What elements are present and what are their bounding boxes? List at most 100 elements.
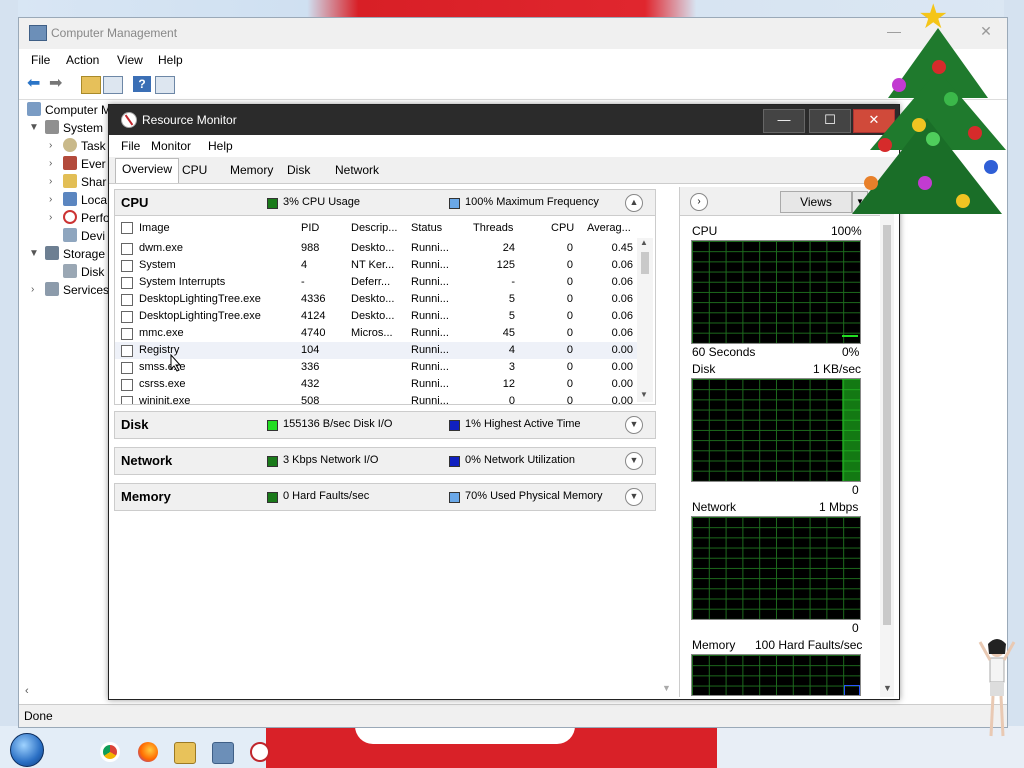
table-row[interactable]: smss.exe 336 Runni... 3 0 0.00 bbox=[115, 359, 637, 376]
cell-avg: 0.06 bbox=[611, 310, 633, 322]
cell-desc: Deskto... bbox=[351, 293, 395, 305]
cm-menu-action[interactable]: Action bbox=[66, 53, 99, 67]
rm-main-scrollbar[interactable]: ▼ bbox=[659, 187, 673, 697]
cpu-panel-header[interactable]: CPU 3% CPU Usage 100% Maximum Frequency … bbox=[114, 189, 656, 217]
collapse-arrow-icon[interactable]: › bbox=[31, 284, 34, 295]
rm-menu-help[interactable]: Help bbox=[208, 139, 233, 153]
select-all-checkbox[interactable] bbox=[121, 222, 133, 234]
table-row[interactable]: System Interrupts - Deferr... Runni... - 0 0.0… bbox=[115, 274, 637, 291]
collapse-arrow-icon[interactable]: › bbox=[49, 194, 52, 205]
column-header-pid[interactable]: PID bbox=[301, 218, 319, 238]
table-row[interactable]: DesktopLightingTree.exe 4336 Deskto... Runn… bbox=[115, 291, 637, 308]
table-row[interactable]: DesktopLightingTree.exe 4124 Deskto... Runn… bbox=[115, 308, 637, 325]
tree-item-services[interactable]: Services bbox=[45, 282, 109, 300]
memory-panel-header[interactable]: Memory 0 Hard Faults/sec 70% Used Physic… bbox=[114, 483, 656, 511]
row-checkbox[interactable] bbox=[121, 379, 133, 391]
tree-item-local-users[interactable]: Loca bbox=[63, 192, 107, 210]
help-icon[interactable]: ? bbox=[133, 76, 151, 92]
rm-minimize-button[interactable]: — bbox=[763, 109, 805, 133]
show-hide-tree-icon[interactable] bbox=[103, 76, 123, 94]
expand-arrow-icon[interactable]: ▼ bbox=[29, 122, 39, 133]
tree-item-storage[interactable]: Storage bbox=[45, 246, 105, 264]
column-header-cpu[interactable]: CPU bbox=[551, 218, 574, 238]
expand-arrow-icon[interactable]: ▼ bbox=[29, 248, 39, 259]
tree-item-device-manager[interactable]: Devi bbox=[63, 228, 105, 246]
chrome-icon[interactable] bbox=[100, 742, 120, 762]
rm-menu-file[interactable]: File bbox=[121, 139, 140, 153]
column-header-description[interactable]: Descrip... bbox=[351, 218, 397, 238]
collapse-arrow-icon[interactable]: › bbox=[49, 158, 52, 169]
row-checkbox[interactable] bbox=[121, 396, 133, 404]
rm-title-bar[interactable]: Resource Monitor — ☐ ✕ bbox=[109, 105, 899, 135]
table-row[interactable]: System 4 NT Ker... Runni... 125 0 0.06 bbox=[115, 257, 637, 274]
tab-overview[interactable]: Overview bbox=[115, 158, 180, 183]
cm-menu-file[interactable]: File bbox=[31, 53, 50, 67]
row-checkbox[interactable] bbox=[121, 328, 133, 340]
computer-management-taskbar-icon[interactable] bbox=[212, 742, 234, 764]
column-header-image[interactable]: Image bbox=[139, 218, 170, 238]
scroll-thumb[interactable] bbox=[641, 252, 649, 274]
disk-graph bbox=[691, 378, 861, 482]
chevron-down-icon[interactable]: ▼ bbox=[625, 452, 643, 470]
row-checkbox[interactable] bbox=[121, 277, 133, 289]
tab-memory[interactable]: Memory bbox=[224, 160, 279, 181]
table-row[interactable]: csrss.exe 432 Runni... 12 0 0.00 bbox=[115, 376, 637, 393]
resource-monitor-taskbar-icon[interactable] bbox=[250, 742, 270, 762]
chevron-up-icon[interactable]: ▲ bbox=[625, 194, 643, 212]
collapse-arrow-icon[interactable]: › bbox=[49, 176, 52, 187]
tree-item-performance[interactable]: Perfo bbox=[63, 210, 110, 228]
tab-disk[interactable]: Disk bbox=[281, 160, 316, 181]
tree-item-task-scheduler[interactable]: Task bbox=[63, 138, 106, 156]
scroll-down-icon[interactable]: ▼ bbox=[662, 683, 671, 693]
collapse-pane-icon[interactable]: › bbox=[690, 193, 708, 211]
back-arrow-icon[interactable]: ⬅ bbox=[27, 76, 45, 92]
tree-item-system[interactable]: System bbox=[45, 120, 103, 138]
cpu-graph-time: 60 Seconds bbox=[692, 345, 756, 359]
row-checkbox[interactable] bbox=[121, 260, 133, 272]
network-panel-header[interactable]: Network 3 Kbps Network I/O 0% Network Ut… bbox=[114, 447, 656, 475]
tree-item-computer[interactable]: Computer M bbox=[27, 102, 111, 120]
chevron-down-icon[interactable]: ▼ bbox=[625, 488, 643, 506]
row-checkbox[interactable] bbox=[121, 345, 133, 357]
folder-up-icon[interactable] bbox=[81, 76, 101, 94]
firefox-icon[interactable] bbox=[138, 742, 158, 762]
collapse-arrow-icon[interactable]: › bbox=[49, 212, 52, 223]
collapse-arrow-icon[interactable]: › bbox=[49, 140, 52, 151]
scroll-down-icon[interactable]: ▼ bbox=[640, 390, 648, 399]
scroll-up-icon[interactable]: ▲ bbox=[640, 238, 648, 247]
table-row[interactable]: mmc.exe 4740 Micros... Runni... 45 0 0.06 bbox=[115, 325, 637, 342]
table-row[interactable]: dwm.exe 988 Deskto... Runni... 24 0 0.45 bbox=[115, 240, 637, 257]
column-header-average-cpu[interactable]: Averag... bbox=[587, 218, 631, 238]
row-checkbox[interactable] bbox=[121, 294, 133, 306]
scroll-thumb[interactable] bbox=[883, 225, 891, 625]
scroll-down-icon[interactable]: ▼ bbox=[883, 683, 892, 693]
row-checkbox[interactable] bbox=[121, 311, 133, 323]
tree-item-shared-folders[interactable]: Shar bbox=[63, 174, 106, 192]
cpu-table-scrollbar[interactable]: ▲ ▼ bbox=[637, 238, 653, 402]
table-row[interactable]: wininit.exe 508 Runni... 0 0 0.00 bbox=[115, 393, 637, 404]
file-explorer-icon[interactable] bbox=[174, 742, 196, 764]
forward-arrow-icon[interactable]: ➡ bbox=[49, 76, 67, 92]
column-header-threads[interactable]: Threads bbox=[473, 218, 513, 238]
rm-menu-monitor[interactable]: Monitor bbox=[151, 139, 191, 153]
column-header-status[interactable]: Status bbox=[411, 218, 442, 238]
cm-menu-help[interactable]: Help bbox=[158, 53, 183, 67]
chevron-down-icon[interactable]: ▼ bbox=[625, 416, 643, 434]
graph-pane-scrollbar[interactable]: ▼ bbox=[880, 215, 894, 697]
rm-maximize-button[interactable]: ☐ bbox=[809, 109, 851, 133]
christmas-tree-decoration: ★ bbox=[848, 0, 1006, 235]
row-checkbox[interactable] bbox=[121, 243, 133, 255]
views-button[interactable]: Views bbox=[780, 191, 852, 213]
tab-network[interactable]: Network bbox=[329, 160, 385, 181]
properties-icon[interactable] bbox=[155, 76, 175, 94]
disk-panel-header[interactable]: Disk 155136 B/sec Disk I/O 1% Highest Ac… bbox=[114, 411, 656, 439]
row-checkbox[interactable] bbox=[121, 362, 133, 374]
tree-item-disk-management[interactable]: Disk bbox=[63, 264, 104, 282]
table-row[interactable]: Registry 104 Runni... 4 0 0.00 bbox=[115, 342, 637, 359]
start-button[interactable] bbox=[10, 733, 44, 767]
tree-item-event-viewer[interactable]: Ever bbox=[63, 156, 106, 174]
cm-menu-view[interactable]: View bbox=[117, 53, 143, 67]
cm-tree-scrollbar[interactable]: ‹ bbox=[25, 685, 111, 699]
tab-cpu[interactable]: CPU bbox=[176, 160, 213, 181]
cell-status: Runni... bbox=[411, 327, 449, 339]
